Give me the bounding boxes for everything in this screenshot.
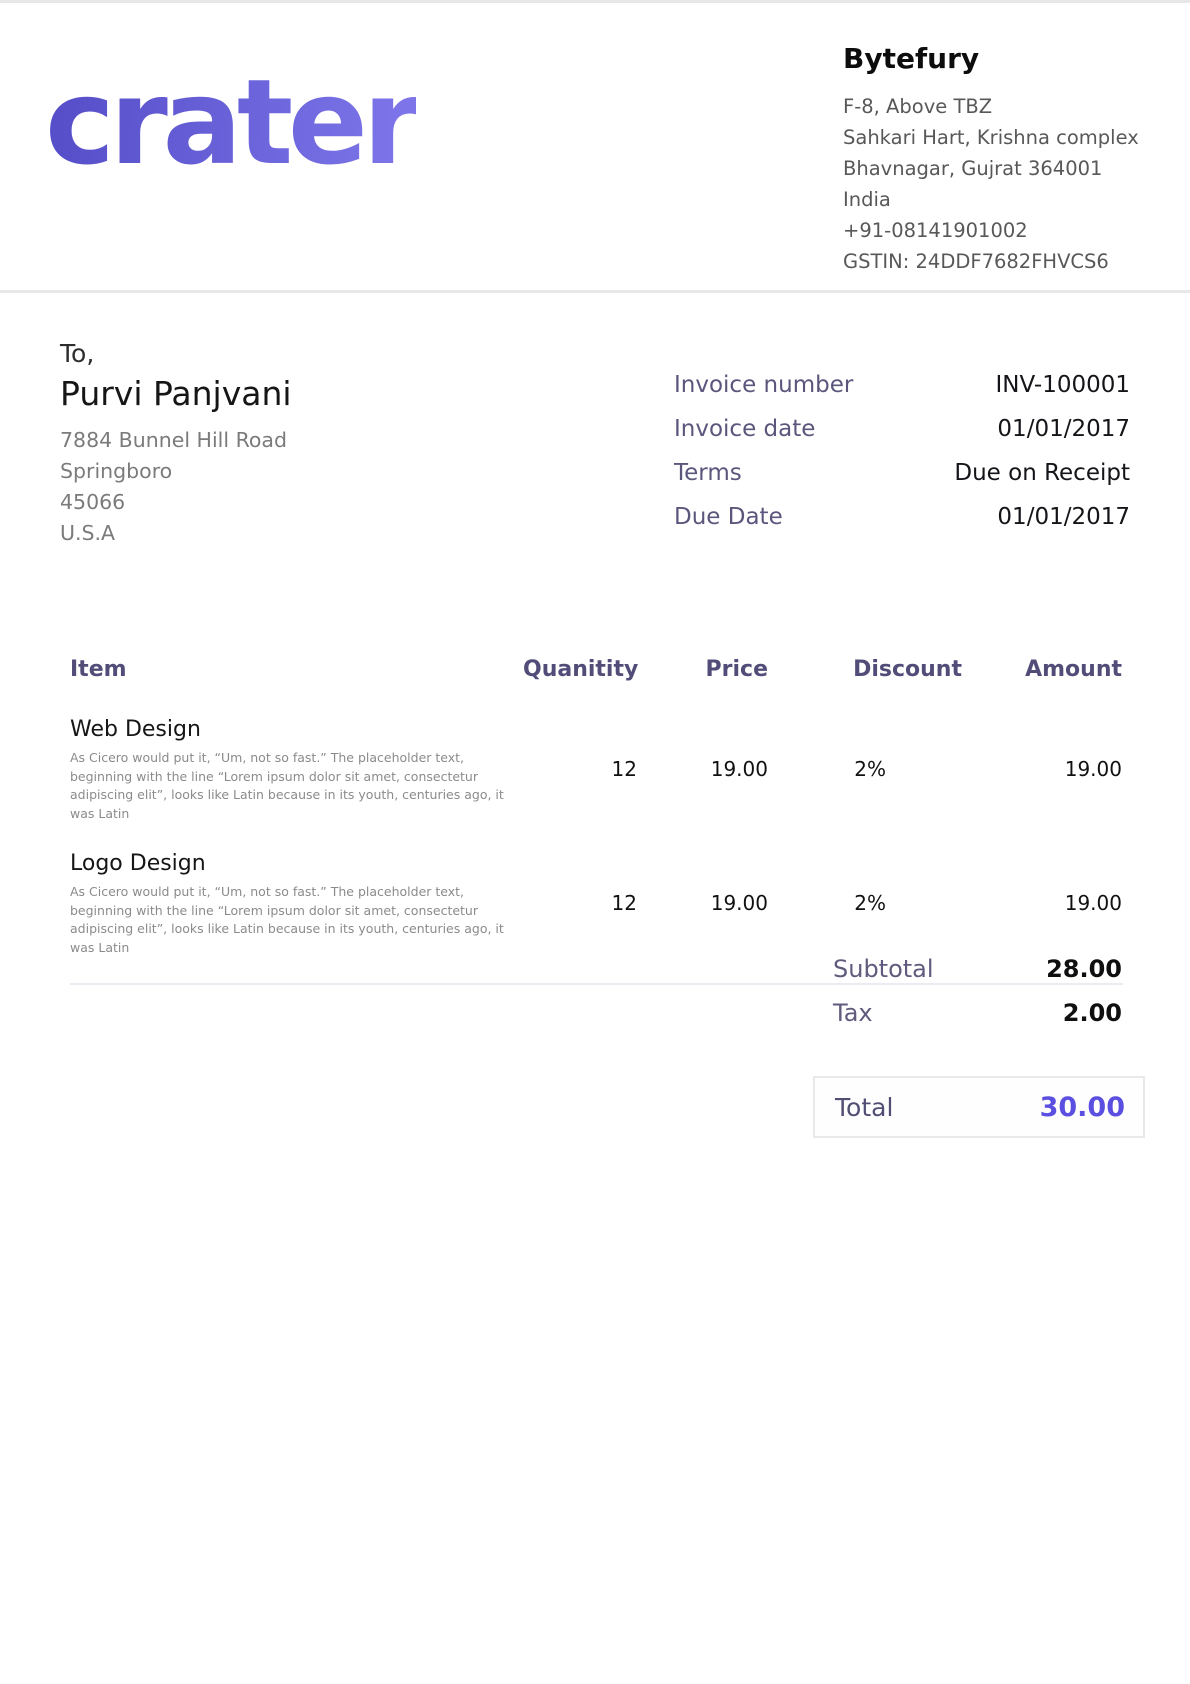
subtotal-label: Subtotal xyxy=(833,955,934,983)
invoice-date-row: Invoice date 01/01/2017 xyxy=(674,416,1130,442)
customer-address-line: 7884 Bunnel Hill Road xyxy=(60,425,520,456)
item-price: 19.00 xyxy=(637,757,768,781)
terms-label: Terms xyxy=(674,460,742,486)
bill-to-greeting: To, xyxy=(60,337,520,371)
company-phone: +91-08141901002 xyxy=(843,215,1173,246)
item-description: As Cicero would put it, “Um, not so fast… xyxy=(70,883,525,957)
item-cell: Logo Design As Cicero would put it, “Um,… xyxy=(70,849,523,957)
customer-address: 7884 Bunnel Hill Road Springboro 45066 U… xyxy=(60,425,520,549)
column-header-amount: Amount xyxy=(962,655,1122,685)
company-block: Bytefury F-8, Above TBZ Sahkari Hart, Kr… xyxy=(843,40,1173,277)
invoice-meta-block: Invoice number INV-100001 Invoice date 0… xyxy=(674,372,1130,548)
customer-address-line: U.S.A xyxy=(60,518,520,549)
terms-value: Due on Receipt xyxy=(954,460,1130,486)
item-amount: 19.00 xyxy=(962,891,1122,915)
invoice-page: crater Bytefury F-8, Above TBZ Sahkari H… xyxy=(0,0,1190,1684)
page-top-border xyxy=(0,0,1190,3)
item-amount: 19.00 xyxy=(962,757,1122,781)
bill-to-block: To, Purvi Panjvani 7884 Bunnel Hill Road… xyxy=(60,337,520,549)
items-table: Item Quanitity Price Discount Amount Web… xyxy=(70,655,1123,985)
subtotal-value: 28.00 xyxy=(1046,955,1122,983)
due-date-value: 01/01/2017 xyxy=(997,504,1130,530)
item-quantity: 12 xyxy=(523,757,637,781)
due-date-row: Due Date 01/01/2017 xyxy=(674,504,1130,530)
crater-logo: crater xyxy=(45,58,416,188)
item-cell: Web Design As Cicero would put it, “Um, … xyxy=(70,715,523,823)
company-address-line: Sahkari Hart, Krishna complex xyxy=(843,122,1173,153)
table-row: Logo Design As Cicero would put it, “Um,… xyxy=(70,849,1123,957)
item-price: 19.00 xyxy=(637,891,768,915)
tax-label: Tax xyxy=(833,999,873,1027)
grand-total-value: 30.00 xyxy=(1040,1092,1125,1123)
company-address-line: India xyxy=(843,184,1173,215)
column-header-item: Item xyxy=(70,655,523,685)
terms-row: Terms Due on Receipt xyxy=(674,460,1130,486)
column-header-quantity: Quanitity xyxy=(523,655,637,685)
table-row: Web Design As Cicero would put it, “Um, … xyxy=(70,715,1123,823)
company-address-line: Bhavnagar, Gujrat 364001 xyxy=(843,153,1173,184)
item-quantity: 12 xyxy=(523,891,637,915)
invoice-number-label: Invoice number xyxy=(674,372,853,398)
tax-row: Tax 2.00 xyxy=(813,999,1145,1029)
subtotal-row: Subtotal 28.00 xyxy=(813,955,1145,985)
item-name: Logo Design xyxy=(70,849,523,879)
item-description: As Cicero would put it, “Um, not so fast… xyxy=(70,749,525,823)
due-date-label: Due Date xyxy=(674,504,783,530)
invoice-date-label: Invoice date xyxy=(674,416,815,442)
totals-spacer xyxy=(813,1043,1145,1076)
items-table-header: Item Quanitity Price Discount Amount xyxy=(70,655,1123,685)
company-address: F-8, Above TBZ Sahkari Hart, Krishna com… xyxy=(843,91,1173,277)
customer-address-line: Springboro xyxy=(60,456,520,487)
item-discount: 2% xyxy=(768,891,962,915)
header-divider xyxy=(0,290,1190,293)
customer-address-line: 45066 xyxy=(60,487,520,518)
customer-name: Purvi Panjvani xyxy=(60,371,520,417)
totals-block: Subtotal 28.00 Tax 2.00 Total 30.00 xyxy=(813,955,1145,1138)
item-discount: 2% xyxy=(768,757,962,781)
invoice-number-value: INV-100001 xyxy=(996,372,1130,398)
item-name: Web Design xyxy=(70,715,523,745)
column-header-discount: Discount xyxy=(768,655,962,685)
grand-total-box: Total 30.00 xyxy=(813,1076,1145,1138)
tax-value: 2.00 xyxy=(1063,999,1122,1027)
column-header-price: Price xyxy=(637,655,768,685)
company-address-line: F-8, Above TBZ xyxy=(843,91,1173,122)
company-gstin: GSTIN: 24DDF7682FHVCS6 xyxy=(843,246,1173,277)
invoice-number-row: Invoice number INV-100001 xyxy=(674,372,1130,398)
grand-total-label: Total xyxy=(835,1093,893,1122)
company-name: Bytefury xyxy=(843,40,1173,78)
invoice-date-value: 01/01/2017 xyxy=(997,416,1130,442)
